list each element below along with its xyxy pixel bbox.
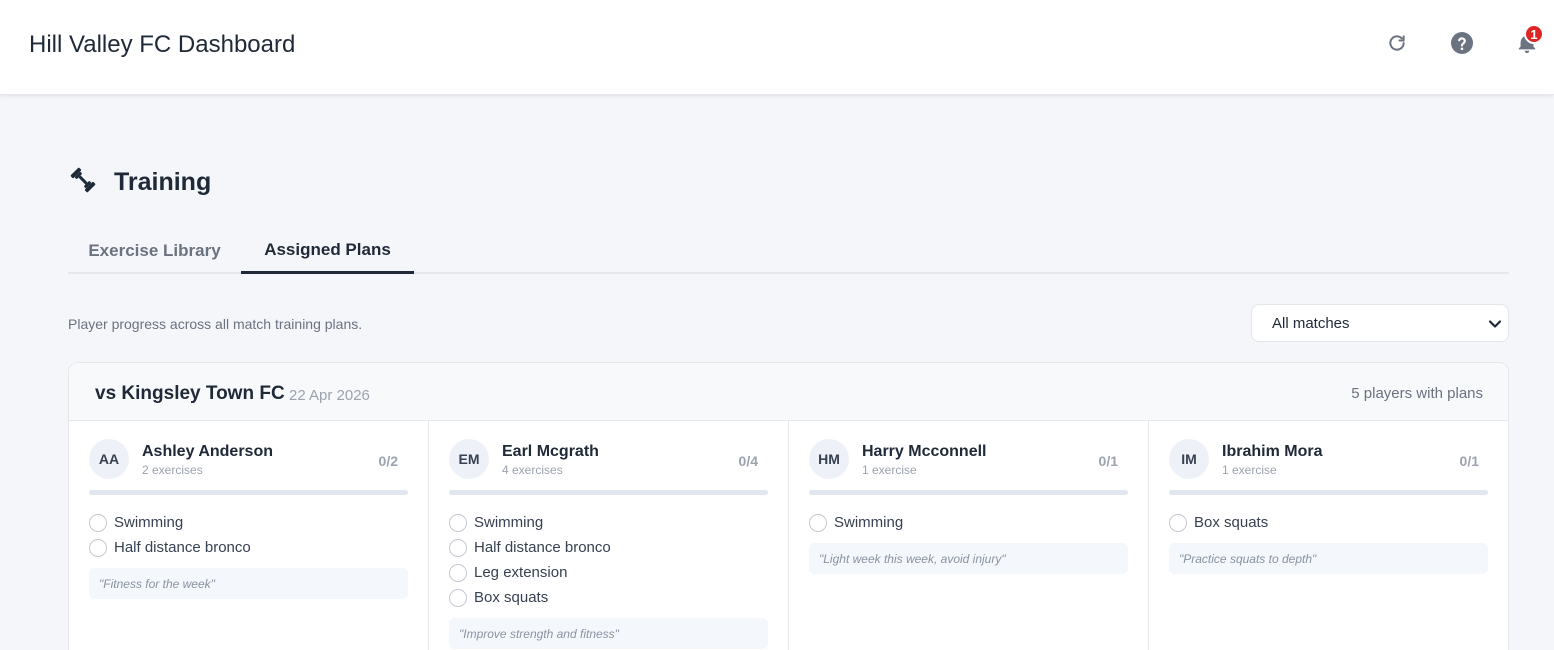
exercise-label: Box squats	[474, 589, 549, 606]
exercise-item[interactable]: Box squats	[1169, 510, 1488, 535]
match-header: vs Kingsley Town FC 22 Apr 2026 5 player…	[69, 363, 1508, 421]
app-title: Hill Valley FC Dashboard	[29, 31, 296, 58]
avatar: IM	[1169, 439, 1209, 479]
tab-bar: Exercise Library Assigned Plans	[68, 228, 1509, 274]
exercise-list: Swimming Half distance bronco Leg extens…	[449, 510, 768, 649]
match-date: 22 Apr 2026	[289, 387, 370, 404]
progress-count: 0/1	[1098, 453, 1118, 469]
progress-count: 0/2	[378, 453, 398, 469]
exercise-count: 1 exercise	[1222, 463, 1277, 477]
exercise-label: Swimming	[834, 514, 904, 531]
exercise-list: Swimming "Light week this week, avoid in…	[809, 510, 1128, 574]
exercise-count: 2 exercises	[142, 463, 203, 477]
top-bar: Hill Valley FC Dashboard 1	[0, 0, 1554, 95]
checkbox-circle-icon[interactable]	[449, 538, 467, 557]
exercise-item[interactable]: Half distance bronco	[449, 535, 768, 560]
dumbbell-icon	[68, 165, 98, 200]
checkbox-circle-icon[interactable]	[449, 588, 467, 607]
progress-bar	[809, 490, 1128, 495]
player-card: AA Ashley Anderson 2 exercises 0/2 Swimm…	[69, 421, 429, 650]
tab-exercise-library[interactable]: Exercise Library	[68, 228, 241, 274]
player-name[interactable]: Harry Mcconnell	[862, 443, 986, 461]
match-card: vs Kingsley Town FC 22 Apr 2026 5 player…	[68, 362, 1509, 650]
checkbox-circle-icon[interactable]	[89, 538, 107, 557]
checkbox-circle-icon[interactable]	[89, 513, 107, 532]
exercise-label: Swimming	[114, 514, 184, 531]
refresh-icon[interactable]	[1384, 30, 1410, 56]
exercise-item[interactable]: Box squats	[449, 585, 768, 610]
player-name[interactable]: Earl Mcgrath	[502, 443, 599, 461]
exercise-count: 1 exercise	[862, 463, 917, 477]
player-card: IM Ibrahim Mora 1 exercise 0/1 Box squat…	[1149, 421, 1508, 650]
exercise-label: Half distance bronco	[474, 539, 611, 556]
match-filter-value: All matches	[1272, 314, 1350, 332]
exercise-item[interactable]: Swimming	[809, 510, 1128, 535]
exercise-label: Box squats	[1194, 514, 1269, 531]
exercise-item[interactable]: Leg extension	[449, 560, 768, 585]
exercise-item[interactable]: Swimming	[449, 510, 768, 535]
tab-assigned-plans[interactable]: Assigned Plans	[241, 228, 414, 274]
exercise-list: Swimming Half distance bronco "Fitness f…	[89, 510, 408, 599]
plan-note: "Practice squats to depth"	[1169, 543, 1488, 574]
progress-count: 0/1	[1459, 453, 1479, 469]
player-name[interactable]: Ashley Anderson	[142, 443, 273, 461]
checkbox-circle-icon[interactable]	[809, 513, 827, 532]
checkbox-circle-icon[interactable]	[1169, 513, 1187, 532]
exercise-label: Leg extension	[474, 564, 568, 581]
exercise-item[interactable]: Swimming	[89, 510, 408, 535]
checkbox-circle-icon[interactable]	[449, 563, 467, 582]
exercise-count: 4 exercises	[502, 463, 563, 477]
exercise-label: Swimming	[474, 514, 544, 531]
exercise-label: Half distance bronco	[114, 539, 251, 556]
plan-note: "Improve strength and fitness"	[449, 618, 768, 649]
player-card: EM Earl Mcgrath 4 exercises 0/4 Swimming…	[429, 421, 789, 650]
player-card: HM Harry Mcconnell 1 exercise 0/1 Swimmi…	[789, 421, 1149, 650]
avatar: AA	[89, 439, 129, 479]
player-name[interactable]: Ibrahim Mora	[1222, 443, 1322, 461]
section-header: Training	[68, 165, 211, 200]
page-subtitle: Player progress across all match trainin…	[68, 316, 363, 332]
progress-bar	[1169, 490, 1488, 495]
progress-count: 0/4	[738, 453, 758, 469]
match-title: vs Kingsley Town FC	[95, 383, 285, 404]
help-icon[interactable]	[1449, 30, 1475, 56]
notification-badge: 1	[1524, 24, 1544, 44]
chevron-down-icon	[1488, 317, 1502, 335]
avatar: HM	[809, 439, 849, 479]
section-title: Training	[114, 168, 212, 196]
avatar: EM	[449, 439, 489, 479]
plan-note: "Light week this week, avoid injury"	[809, 543, 1128, 574]
exercise-list: Box squats "Practice squats to depth"	[1169, 510, 1488, 574]
match-filter-select[interactable]: All matches	[1251, 304, 1509, 342]
progress-bar	[89, 490, 408, 495]
players-summary: 5 players with plans	[1351, 385, 1483, 402]
progress-bar	[449, 490, 768, 495]
checkbox-circle-icon[interactable]	[449, 513, 467, 532]
plan-note: "Fitness for the week"	[89, 568, 408, 599]
exercise-item[interactable]: Half distance bronco	[89, 535, 408, 560]
